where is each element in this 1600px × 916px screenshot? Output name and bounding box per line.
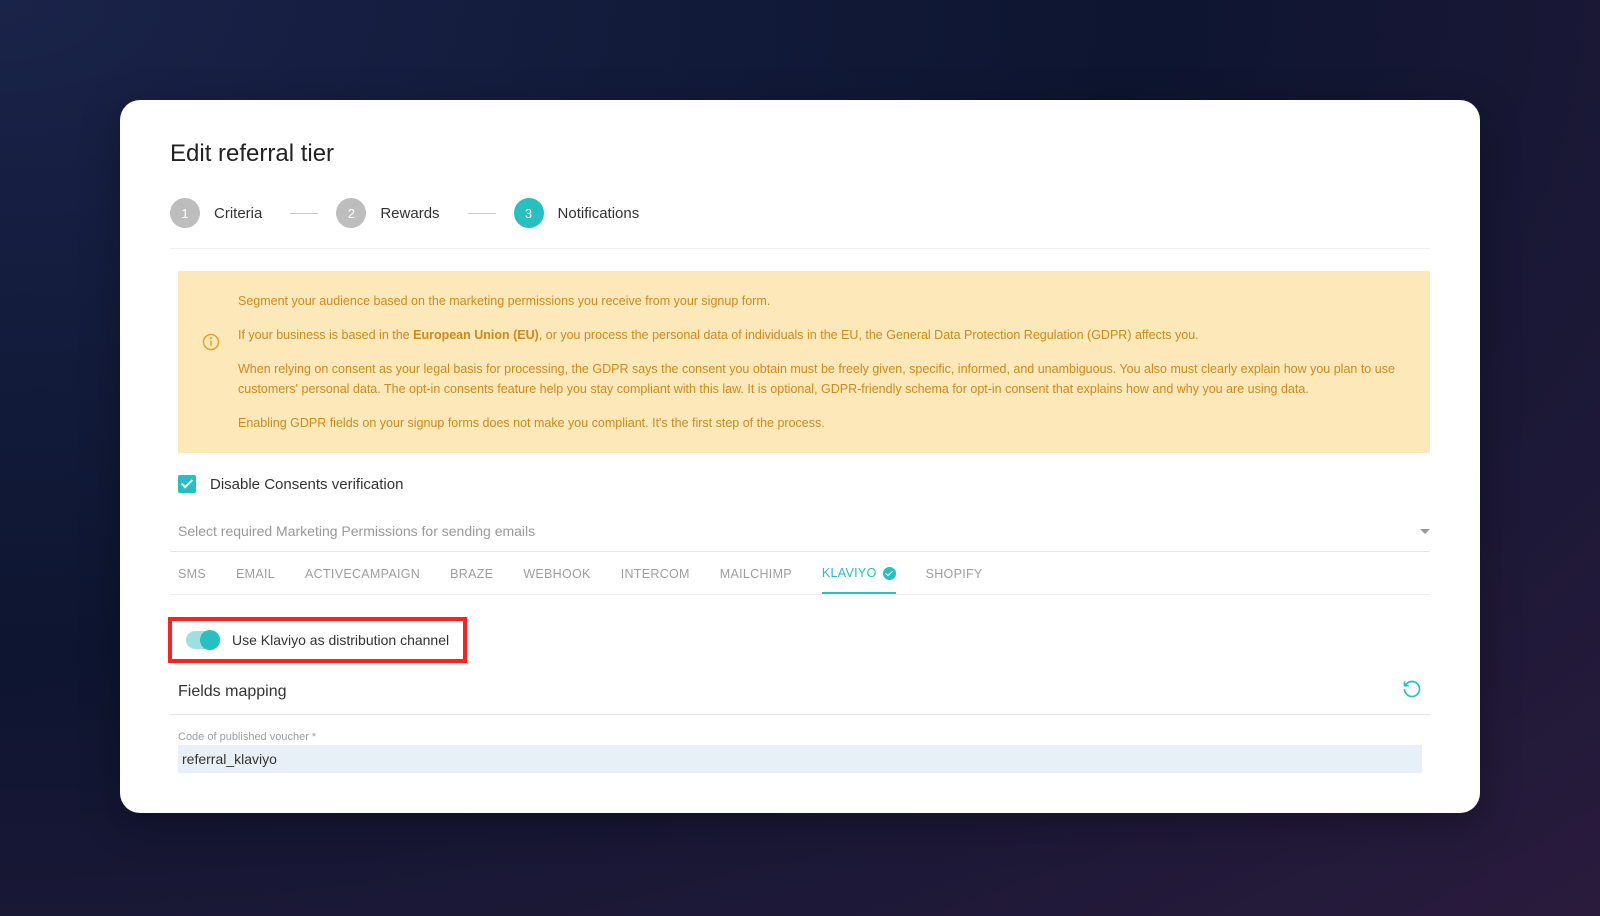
step-label: Criteria (214, 205, 262, 222)
step-connector (290, 213, 318, 214)
check-circle-icon (883, 567, 896, 580)
restore-icon[interactable] (1402, 679, 1422, 704)
step-number: 3 (514, 198, 544, 228)
klaviyo-toggle[interactable] (186, 631, 220, 649)
fields-mapping-header: Fields mapping (170, 669, 1430, 715)
highlight-annotation: Use Klaviyo as distribution channel (168, 617, 467, 663)
step-notifications[interactable]: 3 Notifications (514, 198, 658, 228)
tab-webhook[interactable]: WEBHOOK (523, 566, 590, 594)
voucher-code-input[interactable] (178, 745, 1422, 773)
alert-p4: Enabling GDPR fields on your signup form… (238, 413, 1406, 433)
step-number: 2 (336, 198, 366, 228)
step-rewards[interactable]: 2 Rewards (336, 198, 457, 228)
alert-content: Segment your audience based on the marke… (238, 291, 1406, 433)
tab-email[interactable]: EMAIL (236, 566, 275, 594)
fields-mapping-title: Fields mapping (178, 683, 287, 701)
step-number: 1 (170, 198, 200, 228)
marketing-permissions-select[interactable]: Select required Marketing Permissions fo… (170, 515, 1430, 552)
alert-p2: If your business is based in the Europea… (238, 325, 1406, 345)
channel-tabs: SMS EMAIL ACTIVECAMPAIGN BRAZE WEBHOOK I… (170, 552, 1430, 595)
step-criteria[interactable]: 1 Criteria (170, 198, 280, 228)
disable-consents-row[interactable]: Disable Consents verification (178, 475, 1430, 493)
step-label: Rewards (380, 205, 439, 222)
tab-mailchimp[interactable]: MAILCHIMP (720, 566, 792, 594)
tab-klaviyo[interactable]: KLAVIYO (822, 566, 896, 594)
tab-braze[interactable]: BRAZE (450, 566, 493, 594)
gdpr-alert: Segment your audience based on the marke… (178, 271, 1430, 453)
disable-consents-label: Disable Consents verification (210, 476, 403, 493)
tab-shopify[interactable]: SHOPIFY (926, 566, 983, 594)
alert-p1: Segment your audience based on the marke… (238, 291, 1406, 311)
tab-label: KLAVIYO (822, 566, 877, 580)
step-label: Notifications (558, 205, 640, 222)
tab-activecampaign[interactable]: ACTIVECAMPAIGN (305, 566, 420, 594)
chevron-down-icon (1420, 529, 1430, 534)
checkbox-checked-icon[interactable] (178, 475, 196, 493)
select-placeholder: Select required Marketing Permissions fo… (178, 523, 535, 539)
edit-referral-tier-card: Edit referral tier 1 Criteria 2 Rewards … (120, 100, 1480, 813)
tab-sms[interactable]: SMS (178, 566, 206, 594)
page-title: Edit referral tier (170, 140, 1430, 168)
step-connector (468, 213, 496, 214)
voucher-code-field: Code of published voucher * (170, 731, 1430, 773)
info-icon (202, 333, 220, 433)
wizard-steps: 1 Criteria 2 Rewards 3 Notifications (170, 198, 1430, 249)
alert-p3: When relying on consent as your legal ba… (238, 359, 1406, 399)
field-label: Code of published voucher * (178, 731, 1422, 743)
klaviyo-toggle-label: Use Klaviyo as distribution channel (232, 632, 449, 648)
tab-intercom[interactable]: INTERCOM (621, 566, 690, 594)
